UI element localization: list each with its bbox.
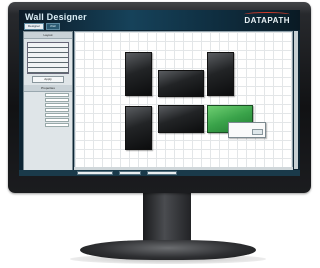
property-row — [27, 113, 69, 117]
display-tile[interactable] — [125, 52, 152, 96]
property-label — [27, 113, 45, 117]
properties-list — [24, 93, 72, 127]
property-label — [27, 118, 45, 122]
layout-panel-header: Layout — [24, 32, 72, 39]
tab-wall[interactable]: Wall — [46, 23, 60, 30]
monitor-screen: Wall Designer Designer Wall DATAPATH Lay… — [19, 10, 300, 176]
property-value-field[interactable] — [45, 93, 69, 97]
display-tile[interactable] — [158, 105, 204, 133]
display-tile[interactable] — [125, 106, 152, 150]
property-row — [27, 93, 69, 97]
app-titlebar: Wall Designer Designer Wall DATAPATH — [19, 10, 300, 30]
display-tile[interactable] — [207, 52, 234, 96]
tooltip-button[interactable] — [252, 129, 263, 135]
status-field — [147, 171, 177, 175]
vertical-scrollbar[interactable] — [294, 31, 298, 169]
apply-button[interactable]: Apply — [32, 76, 64, 83]
display-tile[interactable] — [158, 70, 204, 97]
property-label — [27, 103, 45, 107]
app-title: Wall Designer — [25, 12, 87, 22]
property-value-field[interactable] — [45, 103, 69, 107]
app-tab-bar: Designer Wall — [24, 23, 60, 30]
wall-design-canvas[interactable] — [74, 31, 293, 169]
property-label — [27, 98, 45, 102]
property-row — [27, 98, 69, 102]
brand-logo: DATAPATH — [244, 16, 290, 25]
property-row — [27, 103, 69, 107]
property-value-field[interactable] — [45, 118, 69, 122]
property-value-field[interactable] — [45, 98, 69, 102]
property-value-field[interactable] — [45, 123, 69, 127]
monitor-stand-neck — [143, 192, 191, 242]
display-tooltip — [228, 122, 266, 138]
property-value-field[interactable] — [45, 108, 69, 112]
property-row — [27, 123, 69, 127]
status-field — [77, 171, 113, 175]
status-bar — [19, 170, 300, 176]
layout-panel: Layout Apply Properties — [23, 31, 73, 171]
property-row — [27, 118, 69, 122]
property-label — [27, 123, 45, 127]
tab-designer[interactable]: Designer — [24, 23, 45, 30]
property-value-field[interactable] — [45, 113, 69, 117]
property-label — [27, 108, 45, 112]
property-label — [27, 93, 45, 97]
status-field — [119, 171, 141, 175]
layout-preview-grid[interactable] — [27, 42, 69, 74]
property-row — [27, 108, 69, 112]
monitor-stand-base — [80, 240, 256, 260]
properties-header: Properties — [24, 85, 72, 92]
tooltip-text — [229, 123, 265, 125]
